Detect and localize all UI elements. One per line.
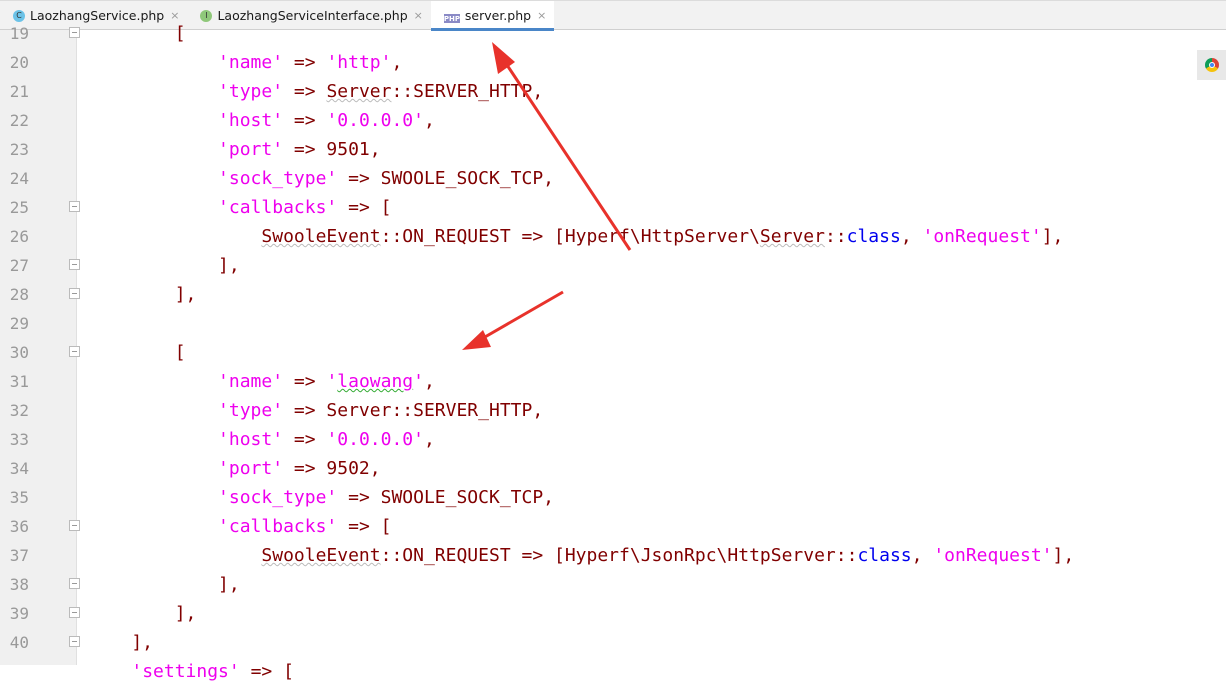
red-arrow-to-second-server (462, 290, 564, 350)
annotation-arrows (462, 42, 632, 350)
red-arrow-to-server-tab (492, 42, 632, 251)
